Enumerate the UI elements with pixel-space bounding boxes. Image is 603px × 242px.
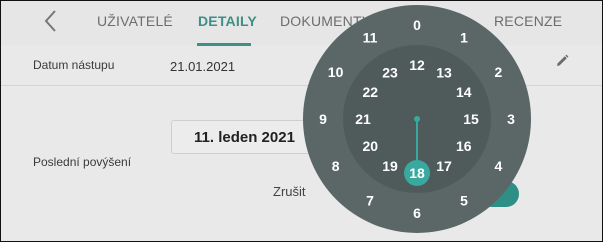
hour-outer-5[interactable]: 5 (460, 192, 468, 208)
hour-outer-9[interactable]: 9 (319, 111, 327, 127)
hour-inner-17[interactable]: 17 (436, 158, 452, 174)
hour-inner-23[interactable]: 23 (382, 64, 398, 80)
hour-inner-14[interactable]: 14 (456, 84, 472, 100)
hour-inner-16[interactable]: 16 (456, 138, 472, 154)
hour-inner-15[interactable]: 15 (463, 111, 479, 127)
app-frame: UŽIVATELÉ DETAILY DOKUMENTY RECENZE Datu… (0, 0, 603, 242)
hour-inner-22[interactable]: 22 (362, 84, 378, 100)
hour-outer-3[interactable]: 3 (507, 111, 515, 127)
hour-outer-11[interactable]: 11 (363, 30, 378, 46)
hour-inner-12[interactable]: 12 (409, 57, 425, 73)
hour-outer-7[interactable]: 7 (366, 192, 374, 208)
clock-center-dot (414, 116, 420, 122)
hour-outer-10[interactable]: 10 (328, 64, 344, 80)
hour-inner-19[interactable]: 19 (382, 158, 398, 174)
hour-inner-13[interactable]: 13 (436, 64, 452, 80)
hour-clock-picker[interactable]: 01234567891011 12 1314151617181920212223 (1, 1, 602, 241)
hour-outer-8[interactable]: 8 (332, 158, 340, 174)
hour-inner-18[interactable]: 18 (409, 165, 425, 181)
hour-outer-4[interactable]: 4 (495, 158, 503, 174)
hour-outer-0[interactable]: 0 (413, 17, 421, 33)
hour-inner-20[interactable]: 20 (362, 138, 378, 154)
hour-outer-2[interactable]: 2 (495, 64, 503, 80)
hour-outer-6[interactable]: 6 (413, 205, 421, 221)
hour-outer-1[interactable]: 1 (460, 30, 468, 46)
hour-inner-21[interactable]: 21 (355, 111, 371, 127)
